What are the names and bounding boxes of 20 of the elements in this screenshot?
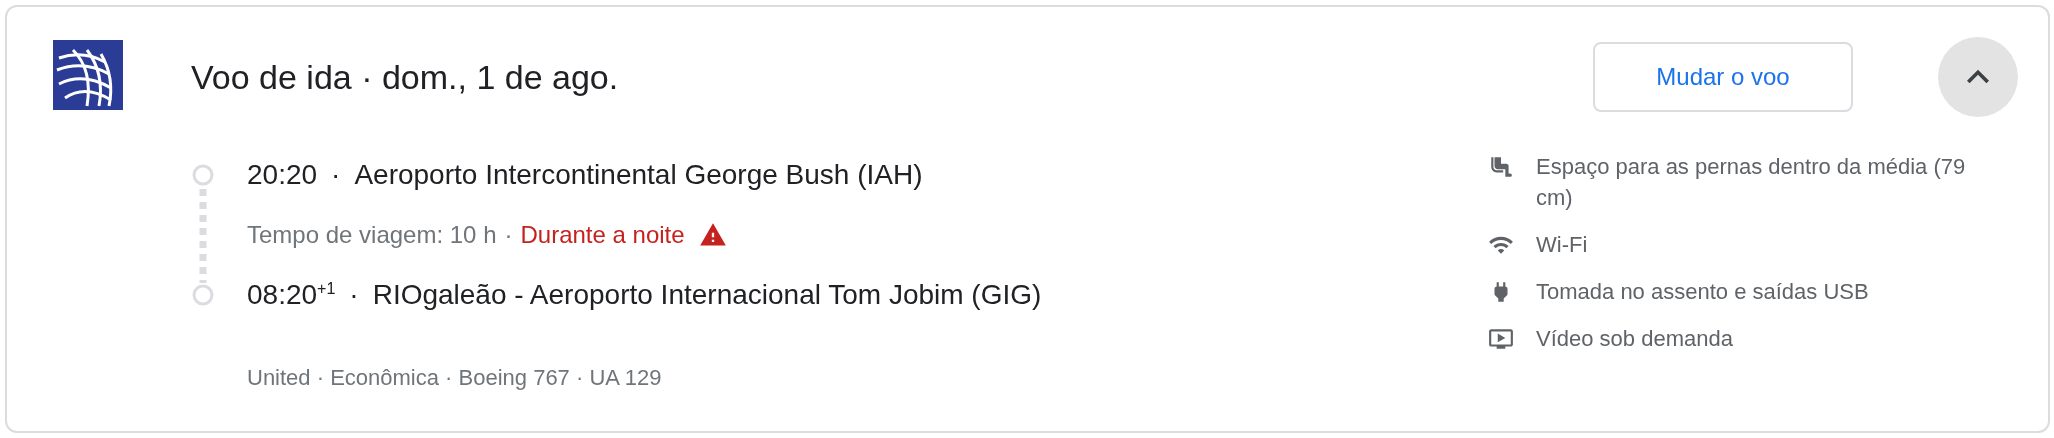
overnight-warning: Durante a noite [520, 221, 685, 249]
globe-logo-icon [53, 40, 123, 110]
departure-airport: Aeroporto Intercontinental George Bush (IAH) [354, 159, 923, 191]
separator-dot: · [504, 221, 513, 249]
seat-icon [1488, 154, 1514, 180]
flight-title: Voo de ida · dom., 1 de ago. [191, 57, 620, 97]
travel-time: Tempo de viagem: 10 h [247, 221, 497, 249]
amenity-text: Espaço para as pernas dentro da média (79 cm) [1536, 153, 1967, 212]
departure-time: 20:20 [247, 159, 318, 191]
amenity-text: Vídeo sob demanda [1536, 325, 1734, 353]
video-icon [1488, 326, 1514, 352]
flight-details: United · Econômica · Boeing 767 · UA 129 [247, 365, 663, 391]
warning-icon [698, 221, 727, 249]
arrival-time: 08:20$^{+1}$ [247, 279, 336, 311]
change-flight-button[interactable]: Mudar o voo [1593, 42, 1853, 112]
arrival-airport: RIOgaleão - Aeroporto Internacional Tom Jobim (GIG) [372, 279, 1042, 311]
amenity-text: Wi-Fi [1536, 231, 1589, 259]
separator-dot: · [331, 159, 341, 191]
amenity-text: Tomada no assento e saídas USB [1536, 278, 1870, 306]
separator-dot: · [349, 279, 359, 311]
